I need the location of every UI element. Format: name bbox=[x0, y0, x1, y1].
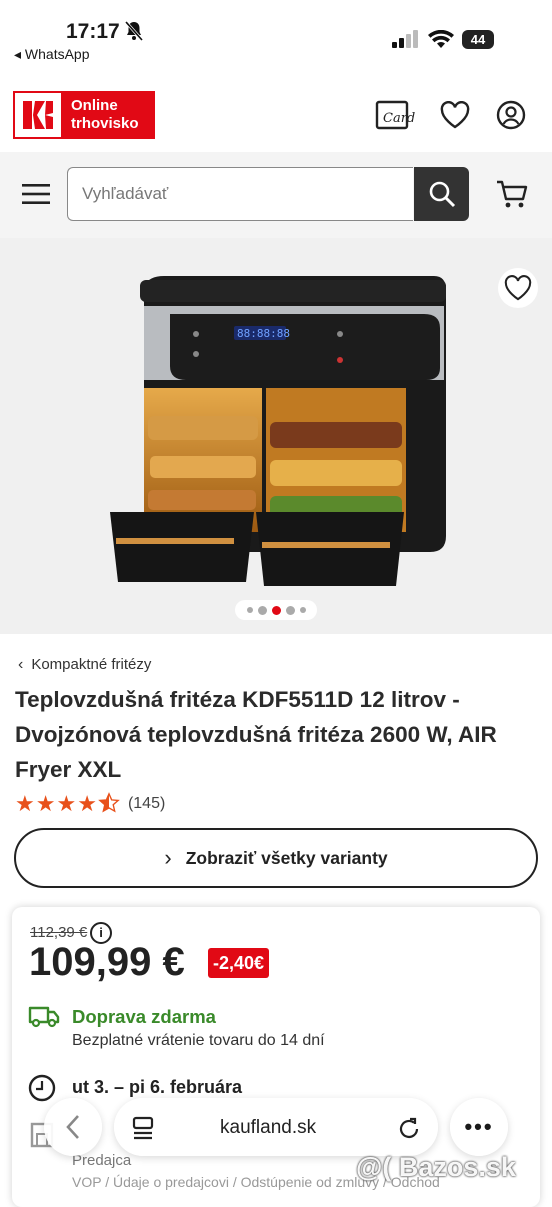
browser-url[interactable]: kaufland.sk bbox=[220, 1117, 316, 1139]
star-icon: ★ bbox=[35, 791, 56, 816]
star-icon: ★ bbox=[77, 791, 97, 816]
star-half-icon bbox=[98, 792, 120, 816]
cart-icon[interactable] bbox=[494, 177, 530, 211]
breadcrumb[interactable]: ‹ Kompaktné fritézy bbox=[18, 656, 151, 674]
kaufland-logo[interactable]: Online trhovisko bbox=[13, 91, 155, 139]
gallery-dot[interactable] bbox=[257, 605, 267, 615]
back-to-app-link[interactable]: ◂ WhatsApp bbox=[14, 46, 90, 63]
search-input[interactable]: Vyhľadávať bbox=[67, 167, 413, 221]
variants-button-label: Zobraziť všetky varianty bbox=[185, 847, 388, 868]
clock-icon bbox=[28, 1074, 56, 1107]
heart-outline-icon bbox=[504, 275, 532, 301]
reader-tabs-icon[interactable] bbox=[132, 1116, 154, 1145]
gallery-dot[interactable] bbox=[299, 607, 306, 613]
delivery-truck-icon bbox=[28, 1004, 60, 1033]
kaufland-card-button[interactable]: Card bbox=[374, 97, 416, 133]
more-dots-icon: ••• bbox=[464, 1114, 494, 1139]
breadcrumb-label: Kompaktné fritézy bbox=[31, 656, 152, 673]
show-all-variants-button[interactable]: › Zobraziť všetky varianty bbox=[14, 828, 538, 888]
discount-badge: -2,40€ bbox=[208, 948, 270, 978]
old-price: 112,39 € bbox=[30, 924, 88, 941]
reload-icon[interactable] bbox=[397, 1115, 421, 1146]
browser-more-button[interactable]: ••• bbox=[450, 1098, 508, 1156]
current-price: 109,99 € bbox=[29, 940, 185, 984]
free-shipping-title: Doprava zdarma bbox=[72, 1006, 216, 1027]
free-returns-text: Bezplatné vrátenie tovaru do 14 dní bbox=[72, 1032, 325, 1049]
star-icon: ★ bbox=[56, 791, 77, 816]
star-icon: ★ bbox=[15, 791, 35, 816]
rating-count[interactable]: (145) bbox=[128, 795, 165, 813]
product-title: Teplovzdušná fritéza KDF5511D 12 litrov … bbox=[15, 687, 497, 782]
gallery-dot[interactable] bbox=[285, 605, 295, 615]
bell-muted-icon bbox=[124, 20, 144, 47]
menu-hamburger-icon[interactable] bbox=[20, 178, 52, 210]
bazos-watermark: @( Bazos.sk bbox=[356, 1152, 516, 1182]
gallery-dot-active[interactable] bbox=[271, 605, 281, 615]
user-account-icon[interactable] bbox=[494, 98, 528, 132]
status-time: 17:17 bbox=[66, 20, 120, 43]
battery-indicator: 44 bbox=[462, 30, 494, 49]
search-button[interactable] bbox=[414, 167, 469, 221]
kaufland-k-mark bbox=[15, 93, 61, 137]
heart-icon[interactable] bbox=[438, 98, 472, 132]
wishlist-heart-button[interactable] bbox=[498, 268, 538, 308]
gallery-dot[interactable] bbox=[246, 607, 253, 613]
search-icon bbox=[429, 181, 455, 208]
card-icon-label: Card bbox=[383, 111, 415, 126]
logo-text-line1: Online bbox=[71, 97, 118, 114]
browser-back-button[interactable] bbox=[44, 1098, 102, 1156]
chevron-right-icon: › bbox=[164, 845, 172, 870]
logo-text-line2: trhovisko bbox=[71, 115, 139, 132]
wifi-icon bbox=[428, 29, 454, 54]
product-image: 88:88:88 bbox=[104, 276, 449, 599]
chevron-left-icon: ‹ bbox=[18, 656, 24, 673]
gallery-pagination bbox=[235, 600, 317, 620]
delivery-date: ut 3. – pi 6. februára bbox=[72, 1077, 243, 1097]
svg-text:88:88:88: 88:88:88 bbox=[237, 327, 290, 340]
chevron-left-icon bbox=[66, 1115, 79, 1139]
signal-icon bbox=[392, 30, 420, 53]
rating-stars[interactable]: ★ ★ ★ ★ (145) bbox=[15, 792, 165, 816]
